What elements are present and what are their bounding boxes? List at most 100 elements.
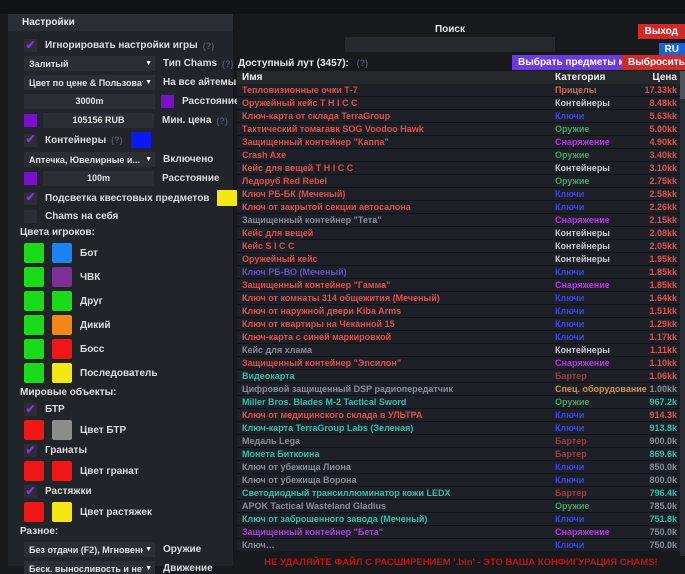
loot-item-price: 8.48kk	[643, 98, 685, 108]
table-row[interactable]: Монета БиткоинаБартер869.6k	[237, 448, 685, 461]
color-pair-label: ЧВК	[80, 272, 100, 283]
column-header-name[interactable]: Имя	[237, 72, 555, 83]
checkbox[interactable]: ✔	[24, 39, 37, 52]
table-row[interactable]: Ключ от комнаты 314 общежития (Меченый)К…	[237, 292, 685, 305]
color-swatch[interactable]	[52, 339, 72, 359]
settings-row: ✔Гранаты	[24, 444, 227, 457]
checkbox[interactable]: ✔	[24, 444, 37, 457]
value-input[interactable]: 100m	[43, 171, 154, 186]
table-row[interactable]: Тактический томагавк SOG Voodoo HawkОруж…	[237, 123, 685, 136]
help-icon: (?)	[357, 58, 369, 68]
drop-all-button[interactable]: Выбросить все	[622, 55, 685, 70]
color-swatch[interactable]	[24, 267, 44, 287]
loot-item-name: Оружейный кейс T H I C C	[237, 98, 555, 108]
table-row[interactable]: Светодиодный трансиллюминатор кожи LEDXБ…	[237, 487, 685, 500]
table-row[interactable]: Ключ от закрытой секции автосалонаКлючи2…	[237, 201, 685, 214]
color-swatch[interactable]	[24, 172, 37, 185]
color-swatch[interactable]	[52, 420, 72, 440]
color-swatch[interactable]	[52, 461, 72, 481]
table-row[interactable]: Ключ РБ-БК (Меченый)Ключи2.58kk	[237, 188, 685, 201]
table-row[interactable]: Ключ от убежища ВоронаКлючи800.0k	[237, 474, 685, 487]
checkbox[interactable]: ✔	[24, 192, 37, 205]
color-swatch[interactable]	[24, 291, 44, 311]
value-input[interactable]: 105156 RUB	[43, 113, 154, 128]
color-swatch[interactable]	[52, 363, 72, 383]
dropdown-select[interactable]: Без отдачи (F2), Мгновенное п▼	[24, 542, 155, 557]
color-swatch[interactable]	[24, 420, 44, 440]
table-row[interactable]: Медаль LegaБартер900.0k	[237, 435, 685, 448]
scrollbar[interactable]	[680, 71, 685, 556]
dropdown-select[interactable]: Беск. выносливость и нет уста▼	[24, 561, 155, 574]
table-row[interactable]: Ключ от заброшенного завода (Меченый)Клю…	[237, 513, 685, 526]
table-row[interactable]: Кейс для вещей T H I C CКонтейнеры3.10kk	[237, 162, 685, 175]
color-swatch[interactable]	[24, 339, 44, 359]
loot-item-price: 2.15kk	[643, 215, 685, 225]
loot-item-price: 1.06kk	[643, 371, 685, 381]
column-header-category[interactable]: Категория	[555, 72, 643, 83]
color-swatch[interactable]	[52, 315, 72, 335]
checkbox[interactable]: ✔	[24, 485, 37, 498]
color-swatch[interactable]	[217, 190, 237, 206]
dropdown-select[interactable]: Залитый▼	[24, 56, 155, 71]
table-row[interactable]: Кейс для вещейКонтейнеры2.08kk	[237, 227, 685, 240]
settings-row: ✔Растяжки	[24, 485, 227, 498]
search-input[interactable]	[345, 37, 555, 52]
table-row[interactable]: Кейс для хламаКонтейнеры1.11kk	[237, 344, 685, 357]
settings-row: Босс	[24, 339, 227, 359]
table-row[interactable]: Кейс S I C CКонтейнеры2.05kk	[237, 240, 685, 253]
color-swatch[interactable]	[24, 502, 44, 522]
color-swatch[interactable]	[24, 363, 44, 383]
value-input[interactable]: 3000m	[24, 94, 155, 109]
table-row[interactable]: Защищенный контейнер "Каппа"Снаряжение4.…	[237, 136, 685, 149]
color-swatch[interactable]	[131, 132, 151, 148]
settings-panel-title: Настройки	[8, 14, 233, 31]
checkbox[interactable]: ✔	[24, 403, 37, 416]
table-row[interactable]: Оружейный кейсКонтейнеры1.95kk	[237, 253, 685, 266]
table-row[interactable]: Ключ от квартиры на Чеканной 15Ключи1.29…	[237, 318, 685, 331]
table-row[interactable]: Защищенный контейнер "Тета"Снаряжение2.1…	[237, 214, 685, 227]
table-row[interactable]: Ключ от наружной двери Kiba ArmsКлючи1.5…	[237, 305, 685, 318]
color-swatch[interactable]	[24, 461, 44, 481]
loot-item-category: Бартер	[555, 449, 643, 459]
table-row[interactable]: ВидеокартаБартер1.06kk	[237, 370, 685, 383]
table-row[interactable]: Ключ-карта от склада TerraGroupКлючи5.63…	[237, 110, 685, 123]
exit-button[interactable]: Выход	[638, 24, 685, 39]
color-swatch[interactable]	[24, 243, 44, 263]
color-swatch[interactable]	[24, 114, 37, 127]
table-row[interactable]: Ключ РБ-ВО (Меченый)Ключи1.85kk	[237, 266, 685, 279]
table-row[interactable]: APOK Tactical Wasteland GladiusОружие785…	[237, 500, 685, 513]
table-row[interactable]: Ледоруб Red RebelОружие2.75kk	[237, 175, 685, 188]
color-swatch[interactable]	[52, 502, 72, 522]
color-swatch[interactable]	[52, 291, 72, 311]
color-swatch[interactable]	[52, 267, 72, 287]
table-row[interactable]: Цифровой защищенный DSP радиопередатчикС…	[237, 383, 685, 396]
table-row[interactable]: Miller Bros. Blades M-2 Tactical SwordОр…	[237, 396, 685, 409]
dropdown-select[interactable]: Аптечка, Ювелирные и...▼	[24, 152, 155, 167]
scrollbar-thumb[interactable]	[680, 71, 685, 99]
table-row[interactable]: Защищенный контейнер "Гамма"Снаряжение1.…	[237, 279, 685, 292]
loot-item-price: 913.8k	[643, 423, 685, 433]
table-row[interactable]: Crash AxeОружие3.40kk	[237, 149, 685, 162]
table-row[interactable]: Защищенный контейнер "Бета"Снаряжение750…	[237, 526, 685, 539]
table-row[interactable]: Ключ от медицинского склада в УЛЬТРАКлюч…	[237, 409, 685, 422]
checkbox[interactable]: ✔	[24, 134, 37, 147]
color-pair-label: Бот	[80, 248, 98, 259]
color-swatch[interactable]	[52, 243, 72, 263]
column-header-price[interactable]: Цена	[643, 72, 685, 83]
color-swatch[interactable]	[24, 315, 44, 335]
loot-item-category: Ключи	[555, 332, 643, 342]
dropdown-select[interactable]: Цвет по цене & Пользователь▼	[24, 75, 155, 90]
loot-item-name: Miller Bros. Blades M-2 Tactical Sword	[237, 397, 555, 407]
table-row[interactable]: Ключ-карта TerraGroup Labs (Зеленая)Ключ…	[237, 422, 685, 435]
settings-row: ✔Подсветка квестовых предметов	[24, 190, 227, 206]
table-row[interactable]: Ключ-карта с синей маркировкойКлючи1.17k…	[237, 331, 685, 344]
color-swatch[interactable]	[161, 95, 174, 108]
table-row[interactable]: Ключ…Ключи750.0k	[237, 539, 685, 551]
table-row[interactable]: Тепловизионные очки Т-7Прицелы17.33kk	[237, 84, 685, 97]
loot-item-category: Контейнеры	[555, 163, 643, 173]
table-row[interactable]: Ключ от убежища ЛионаКлючи850.0k	[237, 461, 685, 474]
checkmark-icon: ✔	[25, 39, 35, 51]
table-row[interactable]: Оружейный кейс T H I C CКонтейнеры8.48kk	[237, 97, 685, 110]
table-row[interactable]: Защищенный контейнер "Эпсилон"Снаряжение…	[237, 357, 685, 370]
checkbox[interactable]	[24, 210, 37, 223]
